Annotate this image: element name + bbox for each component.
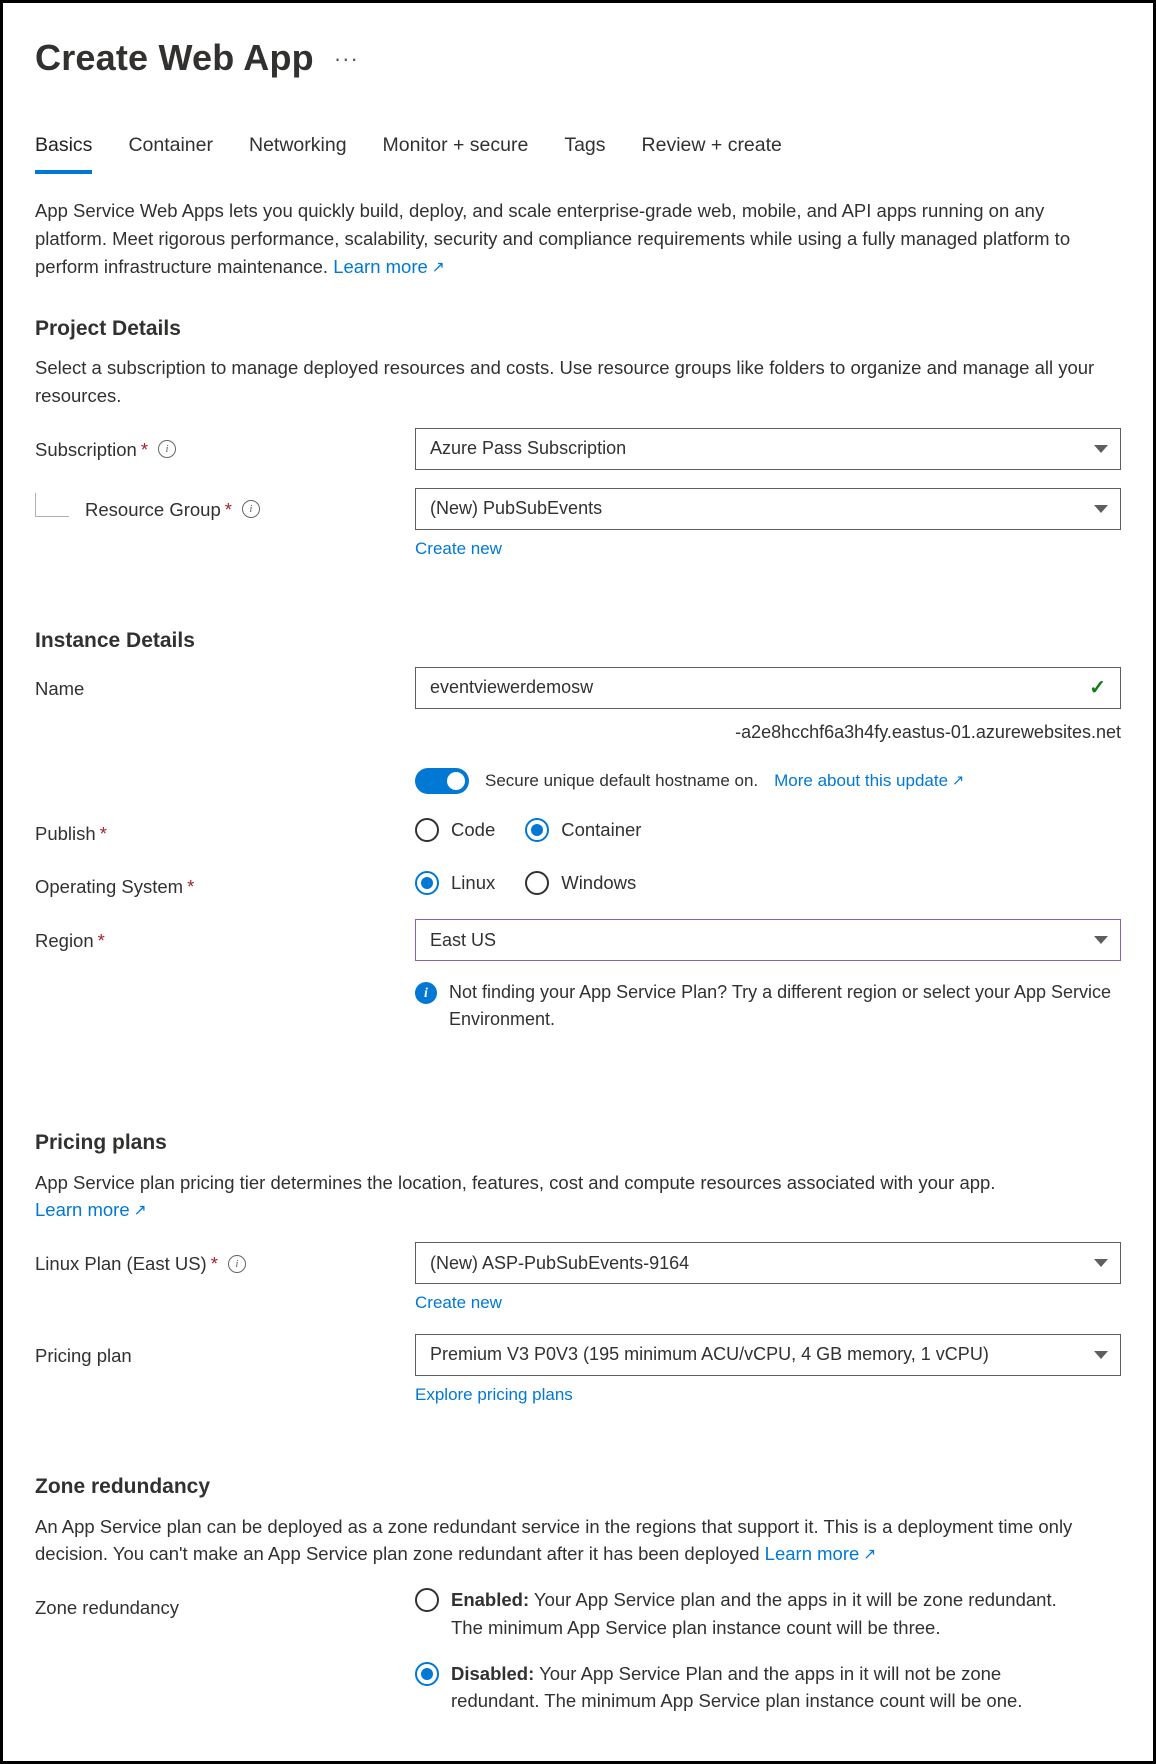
chevron-down-icon — [1094, 1351, 1108, 1359]
required-indicator: * — [225, 496, 232, 524]
zone-enabled-text: Your App Service plan and the apps in it… — [451, 1589, 1057, 1638]
plan-label: Linux Plan (East US) — [35, 1250, 207, 1278]
pricing-learn-more-link[interactable]: Learn more — [35, 1199, 147, 1220]
tab-bar: Basics Container Networking Monitor + se… — [35, 125, 1121, 175]
pricing-tier-value: Premium V3 P0V3 (195 minimum ACU/vCPU, 4… — [430, 1341, 989, 1368]
zone-radio-enabled[interactable]: Enabled: Your App Service plan and the a… — [415, 1586, 1121, 1642]
zone-heading: Zone redundancy — [35, 1471, 1121, 1503]
zone-disabled-text: Your App Service Plan and the apps in it… — [451, 1663, 1022, 1712]
region-value: East US — [430, 927, 496, 954]
os-radio-linux[interactable]: Linux — [415, 869, 495, 897]
zone-enabled-strong: Enabled: — [451, 1589, 529, 1610]
secure-hostname-label: Secure unique default hostname on. — [485, 768, 758, 794]
chevron-down-icon — [1094, 936, 1108, 944]
radio-label: Code — [451, 816, 495, 844]
info-icon[interactable]: i — [228, 1255, 246, 1273]
region-hint: Not finding your App Service Plan? Try a… — [449, 979, 1121, 1033]
name-label: Name — [35, 675, 84, 703]
zone-field-label: Zone redundancy — [35, 1594, 179, 1622]
plan-select[interactable]: (New) ASP-PubSubEvents-9164 — [415, 1242, 1121, 1284]
pricing-desc-text: App Service plan pricing tier determines… — [35, 1172, 995, 1193]
radio-label: Linux — [451, 869, 495, 897]
tree-connector — [35, 493, 69, 517]
resource-group-value: (New) PubSubEvents — [430, 495, 602, 522]
region-label: Region — [35, 927, 94, 955]
subscription-select[interactable]: Azure Pass Subscription — [415, 428, 1121, 470]
required-indicator: * — [100, 820, 107, 848]
zone-desc: An App Service plan can be deployed as a… — [35, 1513, 1115, 1569]
explore-pricing-link[interactable]: Explore pricing plans — [415, 1385, 573, 1404]
project-details-desc: Select a subscription to manage deployed… — [35, 354, 1115, 410]
chevron-down-icon — [1094, 1259, 1108, 1267]
page-title: Create Web App — [35, 31, 314, 85]
instance-details-heading: Instance Details — [35, 625, 1121, 657]
plan-create-new-link[interactable]: Create new — [415, 1293, 502, 1312]
domain-suffix: -a2e8hcchf6a3h4fy.eastus-01.azurewebsite… — [415, 719, 1121, 746]
tab-tags[interactable]: Tags — [564, 125, 605, 174]
radio-label: Container — [561, 816, 641, 844]
zone-learn-more-link[interactable]: Learn more — [765, 1543, 877, 1564]
required-indicator: * — [187, 873, 194, 901]
tab-basics[interactable]: Basics — [35, 125, 92, 174]
tab-monitor-secure[interactable]: Monitor + secure — [383, 125, 529, 174]
pricing-tier-select[interactable]: Premium V3 P0V3 (195 minimum ACU/vCPU, 4… — [415, 1334, 1121, 1376]
publish-radio-code[interactable]: Code — [415, 816, 495, 844]
info-icon[interactable]: i — [242, 500, 260, 518]
intro-text: App Service Web Apps lets you quickly bu… — [35, 200, 1070, 277]
publish-radio-container[interactable]: Container — [525, 816, 641, 844]
os-radio-windows[interactable]: Windows — [525, 869, 636, 897]
subscription-label: Subscription — [35, 436, 137, 464]
region-select[interactable]: East US — [415, 919, 1121, 961]
secure-hostname-more-link[interactable]: More about this update — [774, 768, 964, 794]
required-indicator: * — [211, 1250, 218, 1278]
resource-group-select[interactable]: (New) PubSubEvents — [415, 488, 1121, 530]
name-input[interactable]: eventviewerdemosw ✓ — [415, 667, 1121, 709]
radio-label: Windows — [561, 869, 636, 897]
tab-container[interactable]: Container — [128, 125, 213, 174]
subscription-value: Azure Pass Subscription — [430, 435, 626, 462]
zone-desc-text: An App Service plan can be deployed as a… — [35, 1516, 1072, 1565]
os-label: Operating System — [35, 873, 183, 901]
check-icon: ✓ — [1089, 673, 1106, 703]
pricing-heading: Pricing plans — [35, 1127, 1121, 1159]
required-indicator: * — [98, 927, 105, 955]
intro-learn-more-link[interactable]: Learn more — [333, 256, 445, 277]
pricing-desc: App Service plan pricing tier determines… — [35, 1169, 1115, 1225]
name-value: eventviewerdemosw — [430, 674, 593, 701]
zone-disabled-strong: Disabled: — [451, 1663, 534, 1684]
tab-networking[interactable]: Networking — [249, 125, 347, 174]
intro-description: App Service Web Apps lets you quickly bu… — [35, 197, 1115, 280]
chevron-down-icon — [1094, 445, 1108, 453]
publish-label: Publish — [35, 820, 96, 848]
more-actions-button[interactable]: ··· — [334, 42, 359, 75]
info-icon: i — [415, 982, 437, 1004]
pricing-tier-label: Pricing plan — [35, 1342, 132, 1370]
resource-group-create-new-link[interactable]: Create new — [415, 539, 502, 558]
plan-value: (New) ASP-PubSubEvents-9164 — [430, 1250, 689, 1277]
secure-hostname-toggle[interactable] — [415, 768, 469, 794]
required-indicator: * — [141, 436, 148, 464]
resource-group-label: Resource Group — [85, 496, 221, 524]
info-icon[interactable]: i — [158, 440, 176, 458]
zone-radio-disabled[interactable]: Disabled: Your App Service Plan and the … — [415, 1660, 1121, 1716]
tab-review-create[interactable]: Review + create — [642, 125, 782, 174]
project-details-heading: Project Details — [35, 313, 1121, 345]
chevron-down-icon — [1094, 505, 1108, 513]
